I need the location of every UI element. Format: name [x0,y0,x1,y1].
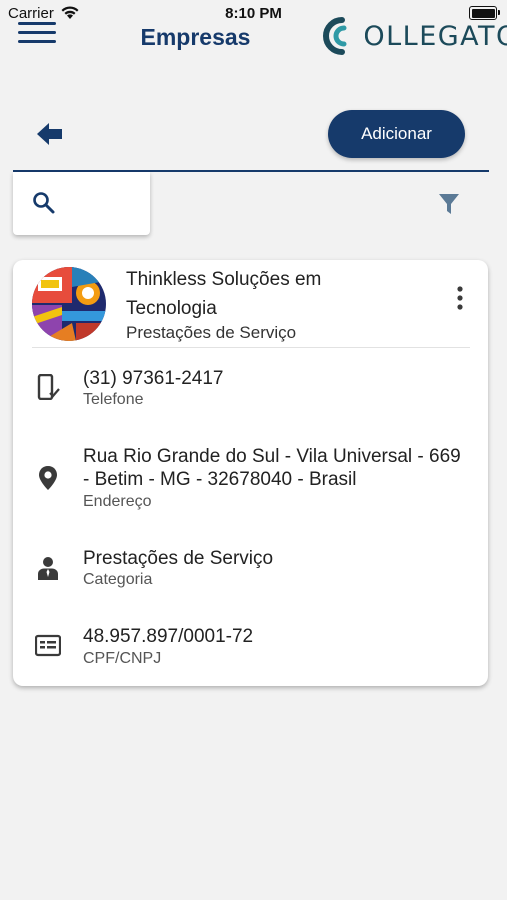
add-button[interactable]: Adicionar [328,110,465,158]
cnpj-value[interactable]: 48.957.897/0001-72 [83,625,463,648]
address-value[interactable]: Rua Rio Grande do Sul - Vila Universal -… [83,445,463,491]
phone-check-icon [37,374,60,400]
card-divider [32,347,470,348]
category-label: Categoria [83,571,153,588]
address-label: Endereço [83,493,152,510]
location-pin-icon [39,466,57,490]
filter-icon[interactable] [437,192,461,216]
company-category: Prestações de Serviço [126,323,297,342]
more-vertical-icon[interactable] [453,285,467,315]
phone-value[interactable]: (31) 97361-2417 [83,367,463,390]
search-icon [33,192,55,214]
logo-text: COLLEGATO [343,21,507,52]
back-arrow-icon[interactable] [34,118,66,150]
company-name: Thinkless Soluções em Tecnologia [126,269,322,319]
company-avatar [32,267,106,341]
category-value: Prestações de Serviço [83,548,274,569]
cnpj-label: CPF/CNPJ [83,650,162,667]
id-card-icon [35,634,61,657]
phone-label: Telefone [83,391,144,408]
person-tie-icon [38,557,58,580]
